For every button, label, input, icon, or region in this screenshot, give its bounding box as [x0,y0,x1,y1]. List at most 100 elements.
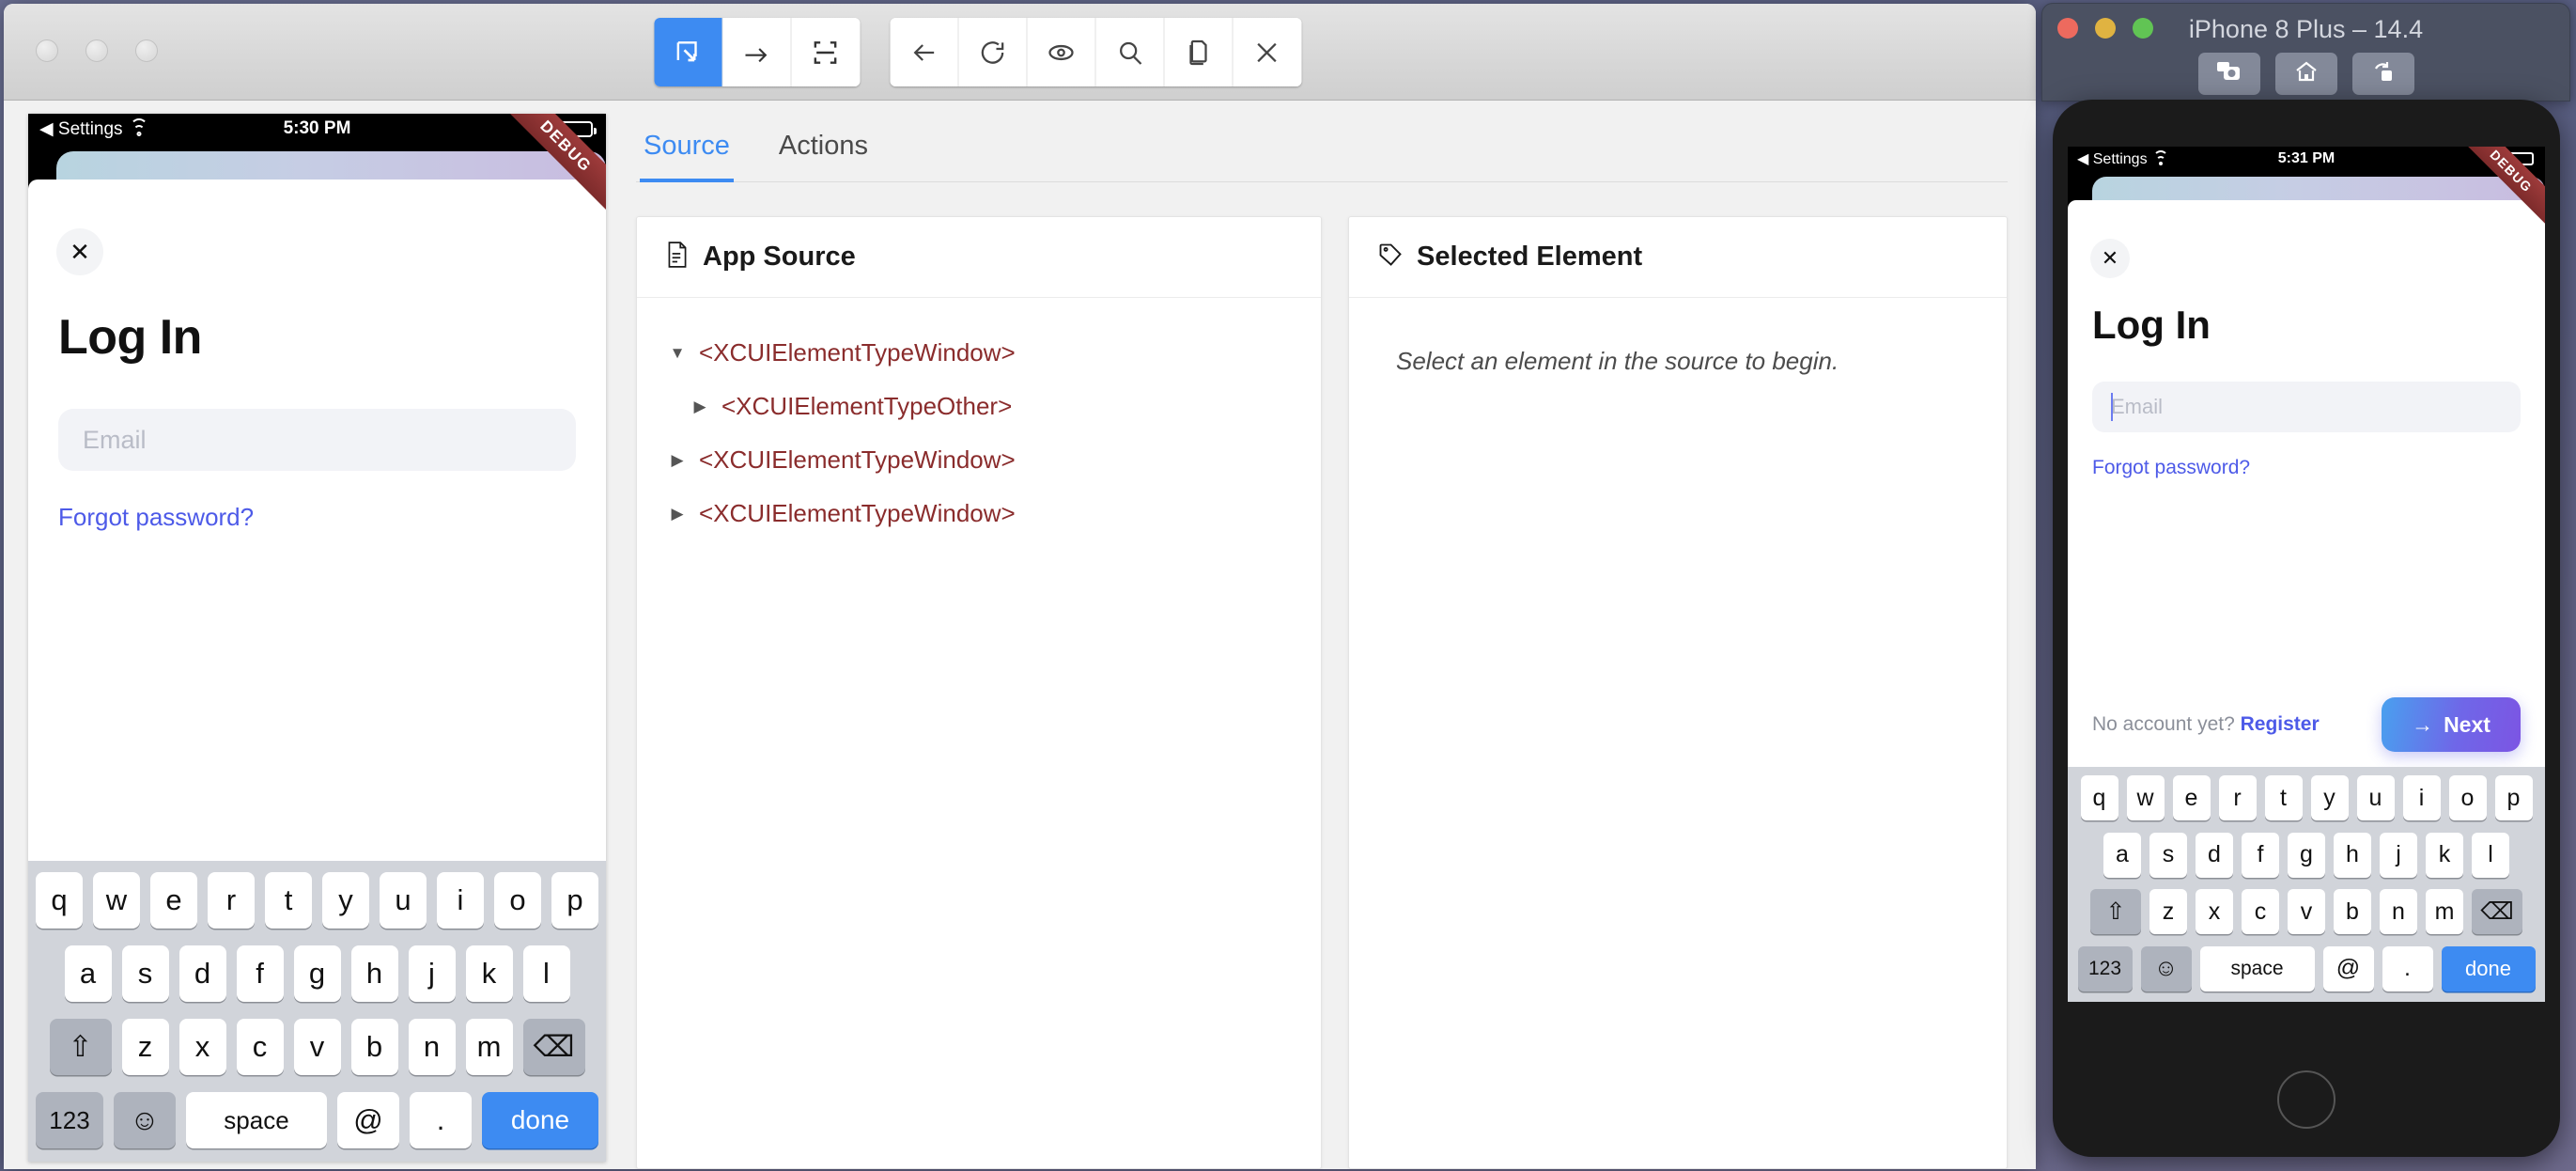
key-v[interactable]: v [294,1019,341,1075]
tab-actions[interactable]: Actions [775,117,872,182]
key-f[interactable]: f [237,945,284,1002]
key-d[interactable]: d [179,945,226,1002]
close-window-button[interactable] [36,39,58,62]
swipe-tool-button[interactable] [722,18,791,86]
key-u[interactable]: u [2357,775,2395,820]
key-n[interactable]: n [2380,889,2417,934]
key-b[interactable]: b [351,1019,398,1075]
key-q[interactable]: q [2081,775,2118,820]
key-h[interactable]: h [2334,833,2371,878]
quit-session-button[interactable] [1233,18,1301,86]
at-key[interactable]: @ [337,1092,399,1148]
key-c[interactable]: c [237,1019,284,1075]
tap-region-tool-button[interactable] [791,18,860,86]
key-p[interactable]: p [2495,775,2533,820]
key-i[interactable]: i [437,872,484,929]
search-button[interactable] [1095,18,1164,86]
key-h[interactable]: h [351,945,398,1002]
key-t[interactable]: t [2265,775,2303,820]
numbers-key[interactable]: 123 [2078,946,2133,991]
key-b[interactable]: b [2334,889,2371,934]
at-key[interactable]: @ [2323,946,2374,991]
key-u[interactable]: u [380,872,427,929]
key-q[interactable]: q [36,872,83,929]
key-g[interactable]: g [2288,833,2325,878]
email-input[interactable]: Email [2092,382,2521,432]
tree-node[interactable]: ▶<XCUIElementTypeWindow> [665,433,1293,487]
key-y[interactable]: y [2311,775,2349,820]
minimize-window-button[interactable] [85,39,108,62]
key-x[interactable]: x [179,1019,226,1075]
backspace-key[interactable]: ⌫ [2472,889,2522,934]
key-j[interactable]: j [2380,833,2417,878]
key-m[interactable]: m [2426,889,2463,934]
key-l[interactable]: l [523,945,570,1002]
key-j[interactable]: j [409,945,456,1002]
key-e[interactable]: e [150,872,197,929]
backspace-key[interactable]: ⌫ [523,1019,585,1075]
key-k[interactable]: k [466,945,513,1002]
key-r[interactable]: r [208,872,255,929]
refresh-source-button[interactable] [958,18,1027,86]
key-f[interactable]: f [2242,833,2279,878]
forgot-password-link[interactable]: Forgot password? [2092,457,2545,479]
done-key[interactable]: done [482,1092,598,1148]
tab-source[interactable]: Source [640,117,734,182]
key-d[interactable]: d [2196,833,2233,878]
select-element-tool-button[interactable] [654,18,722,86]
key-z[interactable]: z [122,1019,169,1075]
period-key[interactable]: . [410,1092,472,1148]
key-o[interactable]: o [2449,775,2487,820]
tree-node[interactable]: ▼<XCUIElementTypeWindow> [665,326,1293,380]
key-r[interactable]: r [2219,775,2257,820]
screenshot-button[interactable] [2198,53,2260,95]
device-home-button[interactable] [2277,1070,2335,1129]
emoji-key[interactable]: ☺ [114,1092,176,1148]
register-link[interactable]: Register [2241,713,2320,735]
simulator-screen[interactable]: ◀ Settings 5:31 PM DEBUG [2068,147,2545,1002]
key-c[interactable]: c [2242,889,2279,934]
tree-node[interactable]: ▶<XCUIElementTypeWindow> [665,487,1293,540]
shift-key[interactable]: ⇧ [50,1019,112,1075]
key-w[interactable]: w [93,872,140,929]
app-screenshot-preview[interactable]: ◀ Settings 5:30 PM [28,114,606,1162]
key-a[interactable]: a [2103,833,2141,878]
toggle-visibility-button[interactable] [1027,18,1095,86]
numbers-key[interactable]: 123 [36,1092,103,1148]
chevron-right-icon[interactable]: ▶ [688,398,712,416]
key-x[interactable]: x [2196,889,2233,934]
maximize-window-button[interactable] [135,39,158,62]
copy-source-button[interactable] [1164,18,1233,86]
key-p[interactable]: p [551,872,598,929]
key-w[interactable]: w [2127,775,2165,820]
chevron-down-icon[interactable]: ▼ [665,344,690,363]
email-input[interactable]: Email [58,409,576,471]
key-n[interactable]: n [409,1019,456,1075]
key-k[interactable]: k [2426,833,2463,878]
chevron-right-icon[interactable]: ▶ [665,505,690,523]
key-z[interactable]: z [2149,889,2187,934]
next-button[interactable]: → Next [2382,697,2521,752]
key-e[interactable]: e [2173,775,2211,820]
key-s[interactable]: s [122,945,169,1002]
space-key[interactable]: space [2200,946,2315,991]
key-i[interactable]: i [2403,775,2441,820]
key-t[interactable]: t [265,872,312,929]
key-a[interactable]: a [65,945,112,1002]
key-l[interactable]: l [2472,833,2509,878]
done-key[interactable]: done [2442,946,2536,991]
close-sheet-button[interactable]: ✕ [56,228,103,275]
key-v[interactable]: v [2288,889,2325,934]
back-button[interactable] [890,18,958,86]
shift-key[interactable]: ⇧ [2090,889,2141,934]
period-key[interactable]: . [2382,946,2433,991]
close-sheet-button[interactable]: ✕ [2090,239,2130,278]
emoji-key[interactable]: ☺ [2141,946,2192,991]
key-y[interactable]: y [322,872,369,929]
key-o[interactable]: o [494,872,541,929]
rotate-button[interactable] [2352,53,2414,95]
key-m[interactable]: m [466,1019,513,1075]
key-s[interactable]: s [2149,833,2187,878]
tree-node[interactable]: ▶<XCUIElementTypeOther> [665,380,1293,433]
home-button[interactable] [2275,53,2337,95]
